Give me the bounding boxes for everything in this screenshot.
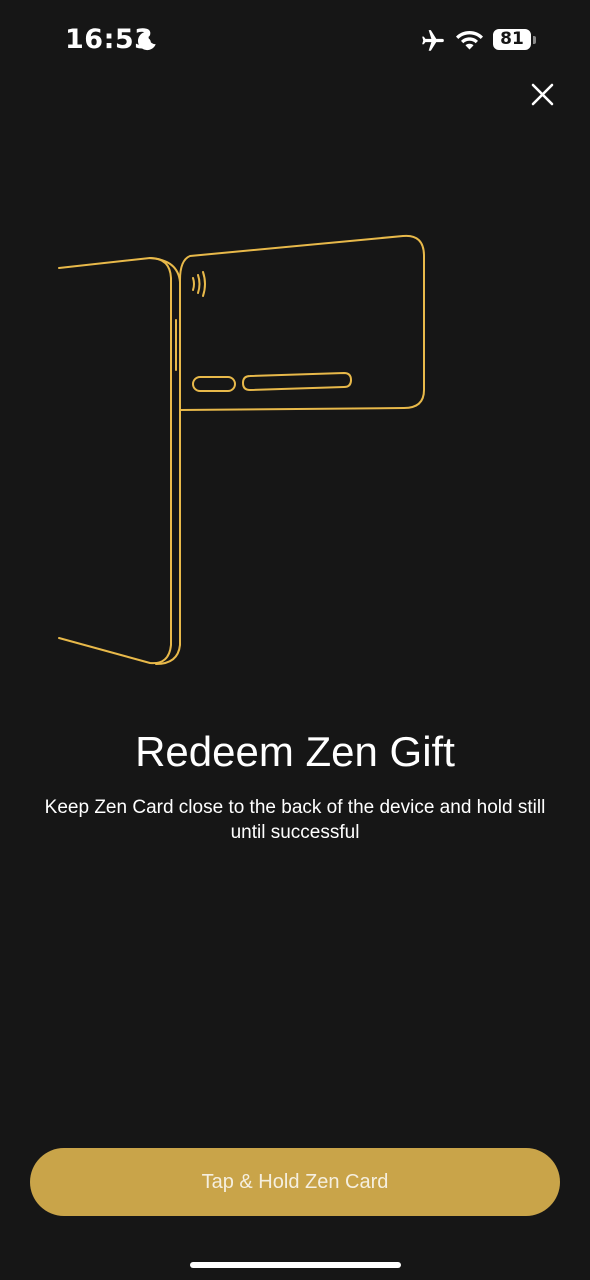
moon-icon [137, 31, 156, 51]
close-button[interactable] [522, 75, 562, 115]
card-field-short [192, 376, 236, 392]
home-indicator[interactable] [190, 1262, 401, 1268]
phone-edge [149, 257, 181, 665]
status-bar: 16:53 81 [0, 0, 590, 80]
wifi-icon [456, 31, 483, 50]
card-field-long [242, 372, 352, 391]
airplane-icon [422, 30, 444, 51]
contactless-icon [192, 271, 206, 297]
page-title: Redeem Zen Gift [135, 728, 455, 775]
card-outline [179, 234, 425, 411]
battery-cap [533, 36, 536, 44]
battery-level: 81 [500, 29, 524, 49]
close-icon [531, 83, 554, 106]
tap-and-hold-button[interactable]: Tap & Hold Zen Card [30, 1148, 560, 1216]
battery-icon: 81 [493, 29, 536, 52]
instruction-text: Keep Zen Card close to the back of the d… [44, 797, 546, 843]
phone-outline [58, 257, 172, 665]
phone-and-card-illustration [58, 234, 425, 665]
